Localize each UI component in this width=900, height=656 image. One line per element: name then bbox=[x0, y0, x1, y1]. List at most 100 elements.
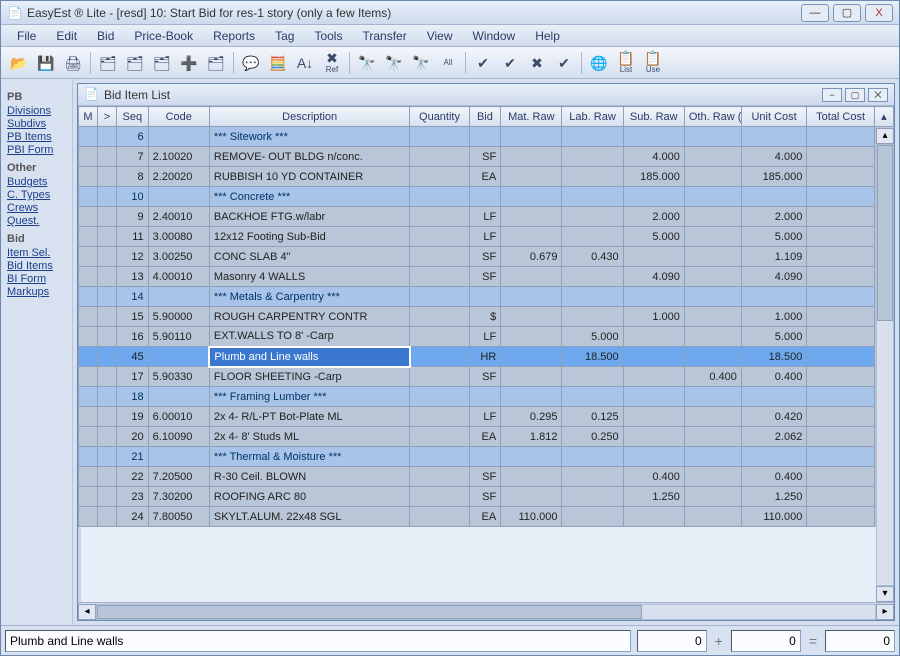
cell-oth[interactable] bbox=[684, 487, 741, 507]
cell-lab[interactable]: 0.250 bbox=[562, 427, 623, 447]
cell-sub[interactable] bbox=[623, 447, 684, 467]
scroll-up-button[interactable]: ▴ bbox=[876, 128, 894, 144]
cell-tot[interactable] bbox=[807, 307, 875, 327]
status-description-field[interactable]: Plumb and Line walls bbox=[5, 630, 631, 652]
sidebar-link-pb-items[interactable]: PB Items bbox=[7, 131, 66, 143]
cell-mat[interactable] bbox=[501, 167, 562, 187]
scroll-left-button[interactable]: ◂ bbox=[78, 604, 96, 620]
cell-oth[interactable] bbox=[684, 147, 741, 167]
table-row[interactable]: 134.00010Masonry 4 WALLSSF4.0904.090 bbox=[79, 267, 894, 287]
cell-oth[interactable] bbox=[684, 307, 741, 327]
cell-mat[interactable] bbox=[501, 367, 562, 387]
cell-desc[interactable]: *** Concrete *** bbox=[209, 187, 410, 207]
cell-sub[interactable]: 185.000 bbox=[623, 167, 684, 187]
cell-desc[interactable]: RUBBISH 10 YD CONTAINER bbox=[209, 167, 410, 187]
cell-oth[interactable] bbox=[684, 227, 741, 247]
menu-help[interactable]: Help bbox=[525, 26, 570, 46]
cell-col-gt[interactable] bbox=[98, 287, 117, 307]
cell-desc[interactable]: BACKHOE FTG.w/labr bbox=[209, 207, 410, 227]
cell-unit[interactable]: 0.400 bbox=[741, 467, 806, 487]
cell-col-qty[interactable] bbox=[410, 187, 469, 207]
cell-col-qty[interactable] bbox=[410, 207, 469, 227]
cell-col-qty[interactable] bbox=[410, 127, 469, 147]
cell-oth[interactable] bbox=[684, 387, 741, 407]
menu-tag[interactable]: Tag bbox=[265, 26, 304, 46]
cell-unit[interactable]: 2.000 bbox=[741, 207, 806, 227]
cell-tot[interactable] bbox=[807, 327, 875, 347]
cell-col-m[interactable] bbox=[79, 247, 98, 267]
cell-col-m[interactable] bbox=[79, 147, 98, 167]
column-header[interactable]: M bbox=[79, 107, 98, 127]
cell-unit[interactable]: 5.000 bbox=[741, 227, 806, 247]
cell-oth[interactable] bbox=[684, 287, 741, 307]
cell-seq[interactable]: 11 bbox=[117, 227, 149, 247]
cell-col-m[interactable] bbox=[79, 487, 98, 507]
scroll-right-button[interactable]: ▸ bbox=[876, 604, 894, 620]
cell-sub[interactable] bbox=[623, 347, 684, 367]
sidebar-link-markups[interactable]: Markups bbox=[7, 286, 66, 298]
cell-bid[interactable]: EA bbox=[469, 507, 501, 527]
cell-desc[interactable]: SKYLT.ALUM. 22x48 SGL bbox=[209, 507, 410, 527]
column-header[interactable]: Description bbox=[209, 107, 410, 127]
cell-col-gt[interactable] bbox=[98, 467, 117, 487]
cell-col-qty[interactable] bbox=[410, 167, 469, 187]
cell-sub[interactable] bbox=[623, 187, 684, 207]
cell-col-m[interactable] bbox=[79, 467, 98, 487]
cell-col-qty[interactable] bbox=[410, 407, 469, 427]
cell-sub[interactable] bbox=[623, 247, 684, 267]
cell-col-gt[interactable] bbox=[98, 207, 117, 227]
cell-bid[interactable]: HR bbox=[469, 347, 501, 367]
scroll-down-button[interactable]: ▾ bbox=[876, 586, 894, 602]
scroll-x-track[interactable] bbox=[96, 604, 876, 620]
cell-sub[interactable]: 4.090 bbox=[623, 267, 684, 287]
cell-mat[interactable]: 0.679 bbox=[501, 247, 562, 267]
table-row[interactable]: 196.000102x 4- R/L-PT Bot-Plate MLLF0.29… bbox=[79, 407, 894, 427]
cell-mat[interactable] bbox=[501, 227, 562, 247]
cell-col-gt[interactable] bbox=[98, 367, 117, 387]
cell-col-m[interactable] bbox=[79, 207, 98, 227]
cell-desc[interactable]: Masonry 4 WALLS bbox=[209, 267, 410, 287]
cell-unit[interactable]: 1.109 bbox=[741, 247, 806, 267]
cell-col-qty[interactable] bbox=[410, 347, 469, 367]
cell-lab[interactable] bbox=[562, 287, 623, 307]
cell-col-gt[interactable] bbox=[98, 307, 117, 327]
check-un-button[interactable]: ✖ bbox=[525, 51, 549, 75]
cell-seq[interactable]: 18 bbox=[117, 387, 149, 407]
prev-button[interactable]: 🔭 bbox=[409, 51, 433, 75]
cell-oth[interactable] bbox=[684, 427, 741, 447]
cell-mat[interactable] bbox=[501, 347, 562, 367]
cell-bid[interactable]: SF bbox=[469, 247, 501, 267]
cell-col-gt[interactable] bbox=[98, 347, 117, 367]
sidebar-link-quest-[interactable]: Quest. bbox=[7, 215, 66, 227]
cell-tot[interactable] bbox=[807, 367, 875, 387]
sidebar-link-item-sel-[interactable]: Item Sel. bbox=[7, 247, 66, 259]
tree-button-2[interactable]: 🗂 bbox=[123, 51, 147, 75]
column-header[interactable]: Sub. Raw bbox=[623, 107, 684, 127]
table-row[interactable]: 227.20500R-30 Ceil. BLOWNSF0.4000.400 bbox=[79, 467, 894, 487]
cell-seq[interactable]: 9 bbox=[117, 207, 149, 227]
cell-unit[interactable]: 0.420 bbox=[741, 407, 806, 427]
cell-lab[interactable] bbox=[562, 147, 623, 167]
cell-unit[interactable]: 4.000 bbox=[741, 147, 806, 167]
column-header[interactable]: Total Cost bbox=[807, 107, 875, 127]
cell-unit[interactable] bbox=[741, 387, 806, 407]
cell-code[interactable]: 2.40010 bbox=[148, 207, 209, 227]
cell-bid[interactable]: EA bbox=[469, 427, 501, 447]
cell-col-qty[interactable] bbox=[410, 287, 469, 307]
cell-seq[interactable]: 20 bbox=[117, 427, 149, 447]
cell-mat[interactable] bbox=[501, 387, 562, 407]
cell-lab[interactable] bbox=[562, 187, 623, 207]
table-row[interactable]: 155.90000ROUGH CARPENTRY CONTR$1.0001.00… bbox=[79, 307, 894, 327]
cell-col-gt[interactable] bbox=[98, 227, 117, 247]
table-row[interactable]: 82.20020RUBBISH 10 YD CONTAINEREA185.000… bbox=[79, 167, 894, 187]
cell-seq[interactable]: 14 bbox=[117, 287, 149, 307]
cell-col-m[interactable] bbox=[79, 447, 98, 467]
cell-seq[interactable]: 7 bbox=[117, 147, 149, 167]
cell-lab[interactable]: 0.430 bbox=[562, 247, 623, 267]
report-button[interactable]: 🌐 bbox=[587, 51, 611, 75]
cell-col-qty[interactable] bbox=[410, 227, 469, 247]
cell-bid[interactable]: SF bbox=[469, 487, 501, 507]
cell-bid[interactable] bbox=[469, 187, 501, 207]
cell-code[interactable] bbox=[148, 287, 209, 307]
cell-code[interactable]: 6.10090 bbox=[148, 427, 209, 447]
